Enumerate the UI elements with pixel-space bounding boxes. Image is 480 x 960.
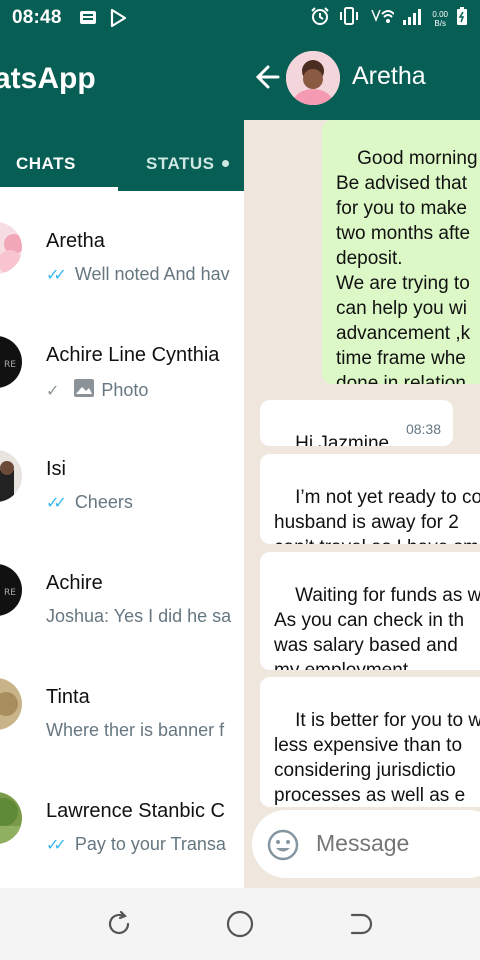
status-time: 08:48 <box>12 7 62 28</box>
chat-preview-text: Where ther is banner f <box>46 720 225 740</box>
message-text: It is better for you to w less expensive… <box>274 710 480 806</box>
back-arrow-icon[interactable] <box>254 60 282 99</box>
tab-status[interactable]: STATUS <box>146 136 230 191</box>
alarm-icon <box>310 6 330 31</box>
chat-preview: ✓ Photo <box>46 378 148 403</box>
svg-text:RE: RE <box>4 588 16 598</box>
avatar <box>0 450 22 502</box>
chat-row-tinta[interactable]: Tinta Where ther is banner f <box>0 647 250 761</box>
chat-preview-text: Well noted And hav <box>74 264 230 284</box>
play-icon <box>108 8 128 33</box>
avatar: RE <box>0 564 22 616</box>
vibrate-icon <box>338 6 360 31</box>
net-speed-value: 0.00 <box>432 9 448 19</box>
chat-preview: Where ther is banner f <box>46 720 224 741</box>
message-bubble-incoming[interactable]: Waiting for funds as w As you can check … <box>260 552 480 670</box>
chat-name: Aretha <box>46 230 105 252</box>
double-check-icon: ✓✓ <box>46 836 67 854</box>
back-button[interactable] <box>346 910 374 943</box>
chat-preview: ✓✓ Well noted And hav <box>46 264 230 285</box>
double-check-icon: ✓✓ <box>46 494 67 512</box>
battery-icon <box>456 6 468 31</box>
chat-preview: ✓✓ Cheers <box>46 492 133 513</box>
message-bubble-incoming[interactable]: I’m not yet ready to co husband is away … <box>260 454 480 544</box>
chat-name: Achire Line Cynthia <box>46 344 220 366</box>
contact-avatar[interactable] <box>286 51 340 105</box>
tab-chats[interactable]: CHATS <box>16 136 76 191</box>
chat-preview-text: Pay to your Transa <box>74 834 226 854</box>
wifi-icon <box>368 6 396 31</box>
contact-name[interactable]: Aretha <box>352 62 426 91</box>
chat-preview: ✓✓ Pay to your Transa <box>46 834 226 855</box>
message-composer <box>252 810 480 878</box>
double-check-icon: ✓✓ <box>46 266 67 284</box>
network-speed: 0.00 B/s <box>432 10 448 28</box>
message-text: Hi Jazmine <box>295 433 390 446</box>
tab-chats-label: CHATS <box>16 153 76 173</box>
system-nav-bar <box>0 888 480 960</box>
chat-name: Achire <box>46 572 103 594</box>
chat-row-aretha[interactable]: Aretha ✓✓ Well noted And hav <box>0 191 250 305</box>
check-icon: ✓ <box>46 382 60 400</box>
conversation-header: Aretha <box>244 36 480 120</box>
chat-list: Aretha ✓✓ Well noted And hav RE Achire L… <box>0 191 250 891</box>
net-speed-unit: B/s <box>434 18 446 28</box>
message-bubble-incoming[interactable]: Hi Jazmine 08:38 <box>260 400 453 446</box>
svg-text:RE: RE <box>4 360 16 370</box>
chat-row-lawrence-stanbic[interactable]: Lawrence Stanbic C ✓✓ Pay to your Transa <box>0 761 250 875</box>
message-icon <box>78 8 98 33</box>
chat-name: Isi <box>46 458 66 480</box>
chat-preview-text: Cheers <box>74 492 133 512</box>
conversation-panel: Aretha Good morning Be advised that for … <box>244 36 480 888</box>
chat-preview-text: Joshua: Yes I did he sa <box>46 606 232 626</box>
photo-icon <box>73 378 95 403</box>
chat-row-achire-line-cynthia[interactable]: RE Achire Line Cynthia ✓ Photo <box>0 305 250 419</box>
message-text: I’m not yet ready to co husband is away … <box>274 487 480 544</box>
status-bar: 08:48 0.00 B/s <box>0 0 480 36</box>
tab-status-label: STATUS <box>146 153 215 173</box>
avatar: RE <box>0 336 22 388</box>
message-text: Good morning Be advised that for you to … <box>336 148 478 384</box>
message-text: Waiting for funds as w As you can check … <box>274 585 480 670</box>
app-title: atsApp <box>0 62 96 95</box>
home-button[interactable] <box>226 910 254 943</box>
chat-preview-text: Photo <box>101 380 149 400</box>
message-input[interactable] <box>316 830 480 857</box>
avatar <box>0 792 22 844</box>
message-bubble-incoming[interactable]: It is better for you to w less expensive… <box>260 677 480 807</box>
chat-preview: Joshua: Yes I did he sa <box>46 606 231 627</box>
emoji-icon[interactable] <box>266 828 300 867</box>
chat-name: Tinta <box>46 686 90 708</box>
chat-name: Lawrence Stanbic C <box>46 800 225 822</box>
chat-row-achire[interactable]: RE Achire Joshua: Yes I did he sa <box>0 533 250 647</box>
unseen-status-dot <box>222 160 230 167</box>
recents-button[interactable] <box>106 910 134 943</box>
message-bubble-outgoing[interactable]: Good morning Be advised that for you to … <box>322 120 480 384</box>
avatar <box>0 678 22 730</box>
avatar <box>0 222 22 274</box>
message-time: 08:38 <box>405 421 441 437</box>
chat-row-isi[interactable]: Isi ✓✓ Cheers <box>0 419 250 533</box>
signal-icon <box>402 6 424 31</box>
